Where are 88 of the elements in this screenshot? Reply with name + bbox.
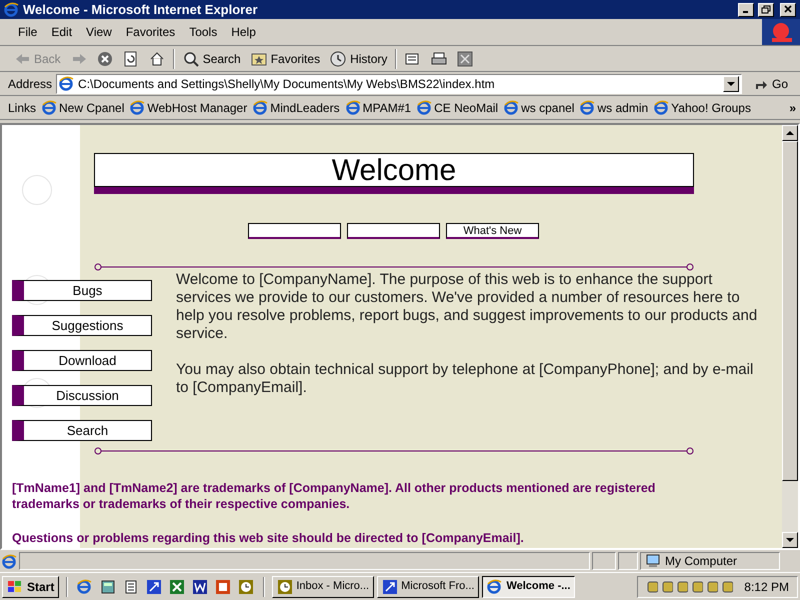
- address-label: Address: [8, 76, 52, 92]
- search-icon: [182, 50, 199, 66]
- star-folder-icon: [250, 50, 267, 66]
- nav-button[interactable]: Suggestions: [12, 315, 152, 336]
- toolbar-button[interactable]: History: [328, 48, 390, 70]
- link-item[interactable]: MindLeaders: [253, 98, 340, 116]
- clock-icon: [330, 50, 346, 66]
- scrollbar[interactable]: [782, 125, 798, 548]
- link-item[interactable]: ws cpanel: [504, 98, 574, 116]
- menu-item[interactable]: Favorites: [120, 23, 182, 41]
- scroll-down-button[interactable]: [782, 532, 798, 548]
- nav-button[interactable]: Discussion: [12, 385, 152, 406]
- page-icon: [417, 100, 432, 115]
- browser-icon[interactable]: [77, 578, 94, 594]
- page-icon: [654, 100, 670, 115]
- link-item[interactable]: WebHost Manager: [130, 98, 248, 116]
- status-zone: My Computer: [640, 552, 780, 570]
- address-field[interactable]: C:\Documents and Settings\Shelly\My Documents\My Webs\BMS22\index.htm: [56, 74, 742, 94]
- nav-button[interactable]: Download: [12, 350, 152, 371]
- go-button[interactable]: Go: [746, 74, 796, 92]
- caret-icon: [786, 538, 794, 542]
- home-icon: [148, 50, 165, 66]
- menu-item[interactable]: File: [12, 23, 44, 41]
- more-links-button[interactable]: »: [789, 98, 800, 116]
- start-button[interactable]: Start: [2, 576, 60, 598]
- page-icon: [346, 100, 361, 115]
- calculator-icon[interactable]: [100, 578, 116, 594]
- logo-icon: [762, 19, 800, 45]
- page-icon: [42, 100, 58, 115]
- nav-button[interactable]: [248, 223, 341, 239]
- windows-flag-icon: [7, 580, 23, 594]
- link-item[interactable]: New Cpanel: [42, 98, 124, 116]
- close-icon[interactable]: [780, 2, 796, 16]
- caret-icon: [786, 131, 794, 135]
- status-pane: [618, 552, 638, 570]
- slides-icon[interactable]: [215, 578, 232, 594]
- printer-icon: [431, 50, 448, 66]
- stop-icon: [96, 50, 113, 66]
- nav-button[interactable]: Bugs: [12, 280, 152, 301]
- document-icon: [405, 50, 422, 66]
- word-icon[interactable]: [192, 578, 208, 594]
- refresh-icon: [122, 50, 139, 66]
- links-label: Links: [8, 100, 36, 116]
- nav-button[interactable]: What's New: [446, 223, 539, 239]
- scroll-up-button[interactable]: [782, 125, 798, 141]
- clock-icon[interactable]: [238, 578, 254, 594]
- menu-item[interactable]: View: [80, 23, 118, 41]
- restore-icon[interactable]: [758, 2, 774, 16]
- taskbar-button[interactable]: Microsoft Fro...: [377, 576, 480, 598]
- page-icon: [2, 554, 17, 568]
- window-icon: [457, 50, 474, 66]
- body-paragraph: Welcome to [CompanyName]. The purpose of this web is to enhance the support services we provide to our customers. We've provided a number of resources here to help you resolve problems, report bugs, and suggest improvements to our products and service.: [176, 271, 758, 343]
- page-icon: [130, 100, 146, 115]
- spreadsheet-icon[interactable]: [169, 578, 186, 594]
- taskbar-button[interactable]: Welcome -...: [482, 576, 576, 598]
- window-title: Welcome - Microsoft Internet Explorer: [23, 0, 259, 19]
- menu-item[interactable]: Tools: [183, 23, 224, 41]
- footer-text: [TmName1] and [TmName2] are trademarks of [CompanyName]. All other products mentioned are registered trademarks or trademarks of their respective companies.: [12, 480, 656, 512]
- browser-icon: [4, 2, 19, 17]
- banner-title: Welcome: [94, 153, 694, 187]
- link-item[interactable]: MPAM#1: [346, 98, 412, 116]
- link-item[interactable]: CE NeoMail: [417, 98, 498, 116]
- menu-item[interactable]: Help: [225, 23, 262, 41]
- page-icon: [504, 100, 520, 115]
- browser-icon: [487, 579, 502, 594]
- clock: 8:12 PM: [744, 578, 789, 596]
- nav-button[interactable]: [347, 223, 440, 239]
- minimize-icon[interactable]: [738, 2, 754, 16]
- notepad-icon[interactable]: [123, 578, 140, 594]
- nav-button[interactable]: Search: [12, 420, 152, 441]
- toolbar-button[interactable]: Favorites: [248, 48, 322, 70]
- app-icon: [382, 579, 398, 594]
- clock-icon: [277, 579, 292, 594]
- caret-icon: [726, 82, 735, 86]
- page-icon: [59, 76, 74, 91]
- menu-item[interactable]: Edit: [45, 23, 78, 41]
- page-icon: [253, 100, 268, 115]
- body-paragraph: You may also obtain technical support by telephone at [CompanyPhone]; and by e-mail to [CompanyEmail].: [176, 361, 754, 397]
- link-item[interactable]: Yahoo! Groups: [654, 98, 751, 116]
- link-item[interactable]: ws admin: [580, 98, 648, 116]
- toolbar-button[interactable]: Search: [180, 48, 243, 70]
- page-icon: [580, 100, 596, 115]
- status-pane: [592, 552, 616, 570]
- app-icon[interactable]: [146, 578, 162, 594]
- scroll-thumb[interactable]: [782, 141, 798, 481]
- dropdown-button[interactable]: [722, 76, 739, 92]
- footer-text: Questions or problems regarding this web site should be directed to [CompanyEmail].: [12, 530, 525, 546]
- taskbar-button[interactable]: Inbox - Micro...: [272, 576, 374, 598]
